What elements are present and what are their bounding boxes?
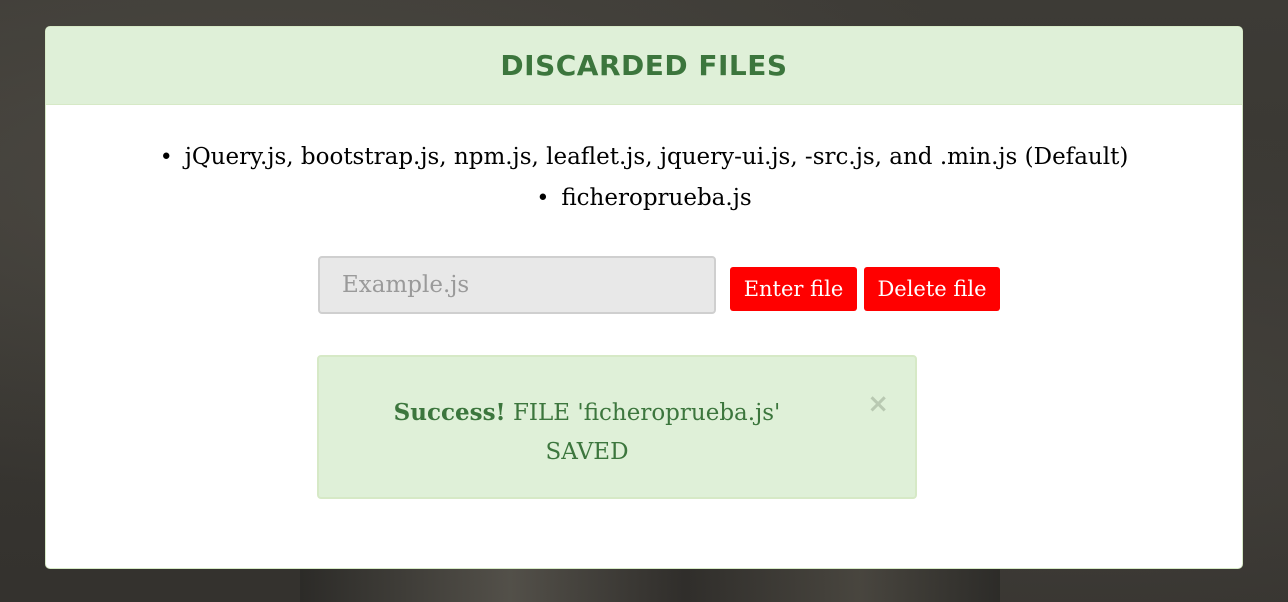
panel-title: DISCARDED FILES xyxy=(500,49,788,82)
discarded-files-list: jQuery.js, bootstrap.js, npm.js, leaflet… xyxy=(46,137,1242,219)
close-icon[interactable]: × xyxy=(867,391,889,417)
list-item: ficheroprueba.js xyxy=(46,178,1242,219)
alert-text: Success! FILE 'ficheroprueba.js' SAVED xyxy=(349,393,825,472)
list-item: jQuery.js, bootstrap.js, npm.js, leaflet… xyxy=(46,137,1242,178)
alert-strong-label: Success! xyxy=(393,399,506,426)
enter-file-button[interactable]: Enter file xyxy=(730,267,857,311)
file-name-input[interactable] xyxy=(318,256,716,314)
delete-file-button[interactable]: Delete file xyxy=(864,267,1000,311)
discarded-files-panel: DISCARDED FILES jQuery.js, bootstrap.js,… xyxy=(45,26,1243,569)
success-alert: Success! FILE 'ficheroprueba.js' SAVED × xyxy=(317,355,917,499)
alert-message: FILE 'ficheroprueba.js' SAVED xyxy=(512,400,781,465)
panel-heading: DISCARDED FILES xyxy=(46,27,1242,105)
